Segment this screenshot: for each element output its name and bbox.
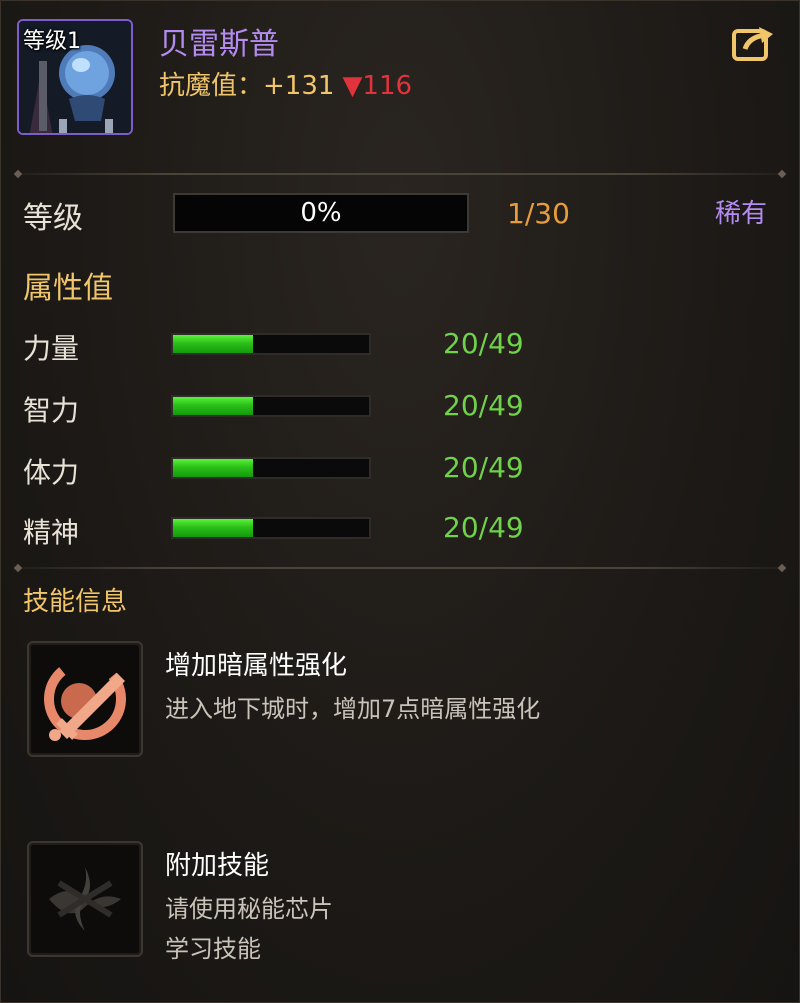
stat-fill-vitality [173, 459, 254, 477]
resist-label: 抗魔值： [159, 71, 264, 101]
stat-bar-spirit [171, 517, 371, 539]
level-progress-text: 0% [300, 198, 342, 228]
skill-desc-2b: 学习技能 [165, 935, 261, 963]
stat-fill-spirit [173, 519, 254, 537]
stat-value-strength: 20/49 [443, 327, 524, 360]
pet-info-panel: 等级1 贝雷斯普 抗魔值：+131 ▼116 等级 0% 1/30 稀有 属性值 … [0, 0, 800, 1003]
stat-label-spirit: 精神 [23, 516, 80, 549]
stat-bar-intelligence [171, 395, 371, 417]
skill-desc-2: 请使用秘能芯片 [165, 895, 333, 923]
skill-name-1: 增加暗属性强化 [165, 651, 348, 681]
attributes-title: 属性值 [23, 271, 113, 306]
skill-slot-2[interactable] [27, 841, 143, 957]
skills-section-title: 技能信息 [23, 587, 128, 617]
dark-sword-icon [44, 658, 126, 741]
level-count: 1/30 [507, 197, 570, 230]
avatar-level-badge: 等级1 [23, 29, 81, 54]
skill-desc-1: 进入地下城时，增加7点暗属性强化 [165, 695, 541, 723]
stat-bar-strength [171, 333, 371, 355]
share-external-icon [732, 27, 773, 61]
skills-divider [13, 563, 787, 573]
level-label: 等级 [23, 201, 83, 236]
stat-label-intelligence: 智力 [23, 394, 80, 427]
stat-fill-strength [173, 335, 254, 353]
stat-value-vitality: 20/49 [443, 451, 524, 484]
stat-fill-intelligence [173, 397, 254, 415]
level-progress-bar: 0% [173, 193, 469, 233]
skill-name-2: 附加技能 [165, 851, 270, 881]
stat-bar-vitality [171, 457, 371, 479]
stat-label-strength: 力量 [23, 332, 80, 365]
header-divider [13, 169, 787, 179]
rarity-label: 稀有 [715, 199, 768, 229]
pet-avatar[interactable]: 等级1 [17, 19, 133, 135]
locked-skill-icon [49, 867, 121, 931]
skill-slot-1[interactable] [27, 641, 143, 757]
resist-stat: 抗魔值：+131 ▼116 [159, 65, 412, 102]
resist-diff: ▼116 [342, 71, 413, 101]
stat-value-intelligence: 20/49 [443, 389, 524, 422]
resist-value: +131 [263, 71, 335, 101]
share-button[interactable] [731, 23, 775, 63]
stat-value-spirit: 20/49 [443, 511, 524, 544]
pet-name-title: 贝雷斯普 [159, 27, 279, 62]
stat-label-vitality: 体力 [23, 456, 80, 489]
